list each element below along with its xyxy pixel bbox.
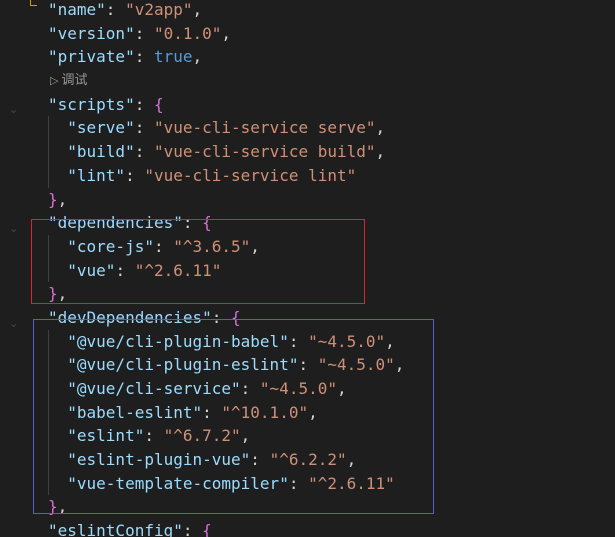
code-line-name: "name": "v2app", <box>48 0 203 19</box>
json-key: "private" <box>48 47 135 67</box>
code-line-scripts: "scripts": { <box>48 94 164 114</box>
code-line-eslintconfig: "eslintConfig": { <box>48 519 404 537</box>
json-key: "version" <box>48 23 135 43</box>
json-key: "eslintConfig" <box>48 521 183 537</box>
json-key: "serve" <box>67 118 135 138</box>
code-line-version: "version": "0.1.0", <box>48 23 232 43</box>
chevron-down-icon[interactable]: ⌄ <box>9 317 18 330</box>
open-brace: { <box>153 94 164 114</box>
json-key: "build" <box>67 142 135 162</box>
open-brace: { <box>202 521 212 537</box>
code-line-script-entry: "build": "vue-cli-service build", <box>48 140 404 164</box>
code-line-script-entry: "serve": "vue-cli-service serve", <box>48 116 404 141</box>
chevron-down-icon[interactable]: ⌄ <box>9 222 18 235</box>
play-triangle-icon: ▷ <box>50 74 59 88</box>
json-string-value: "0.1.0" <box>153 23 222 43</box>
json-string-value: "vue-cli-service lint" <box>144 165 357 185</box>
editor-gutter: ⌄ ⌄ ⌄ <box>0 0 34 537</box>
code-line-close: }, <box>48 189 68 209</box>
chevron-down-icon[interactable]: ⌄ <box>9 103 18 116</box>
json-key: "name" <box>48 0 106 19</box>
bracket-match-marker <box>30 0 37 6</box>
json-key: "lint" <box>67 165 126 185</box>
json-key: "scripts" <box>48 94 135 114</box>
json-string-value: "vue-cli-service build" <box>153 142 376 162</box>
code-line-script-entry: "lint": "vue-cli-service lint" <box>48 163 404 188</box>
close-brace: } <box>48 189 58 209</box>
code-editor[interactable]: ⌄ ⌄ ⌄ "name": "v2app", "version": "0.1.0… <box>0 0 615 537</box>
devdependencies-highlight-box <box>33 319 434 514</box>
code-line-private: "private": true, <box>48 47 203 67</box>
debug-codelens[interactable]: ▷ 调试 <box>48 69 404 93</box>
codelens-label: 调试 <box>61 73 88 89</box>
dependencies-highlight-box <box>31 219 365 304</box>
json-string-value: "vue-cli-service serve" <box>153 118 376 138</box>
json-boolean-value: true <box>153 47 193 67</box>
json-string-value: "v2app" <box>125 0 193 19</box>
